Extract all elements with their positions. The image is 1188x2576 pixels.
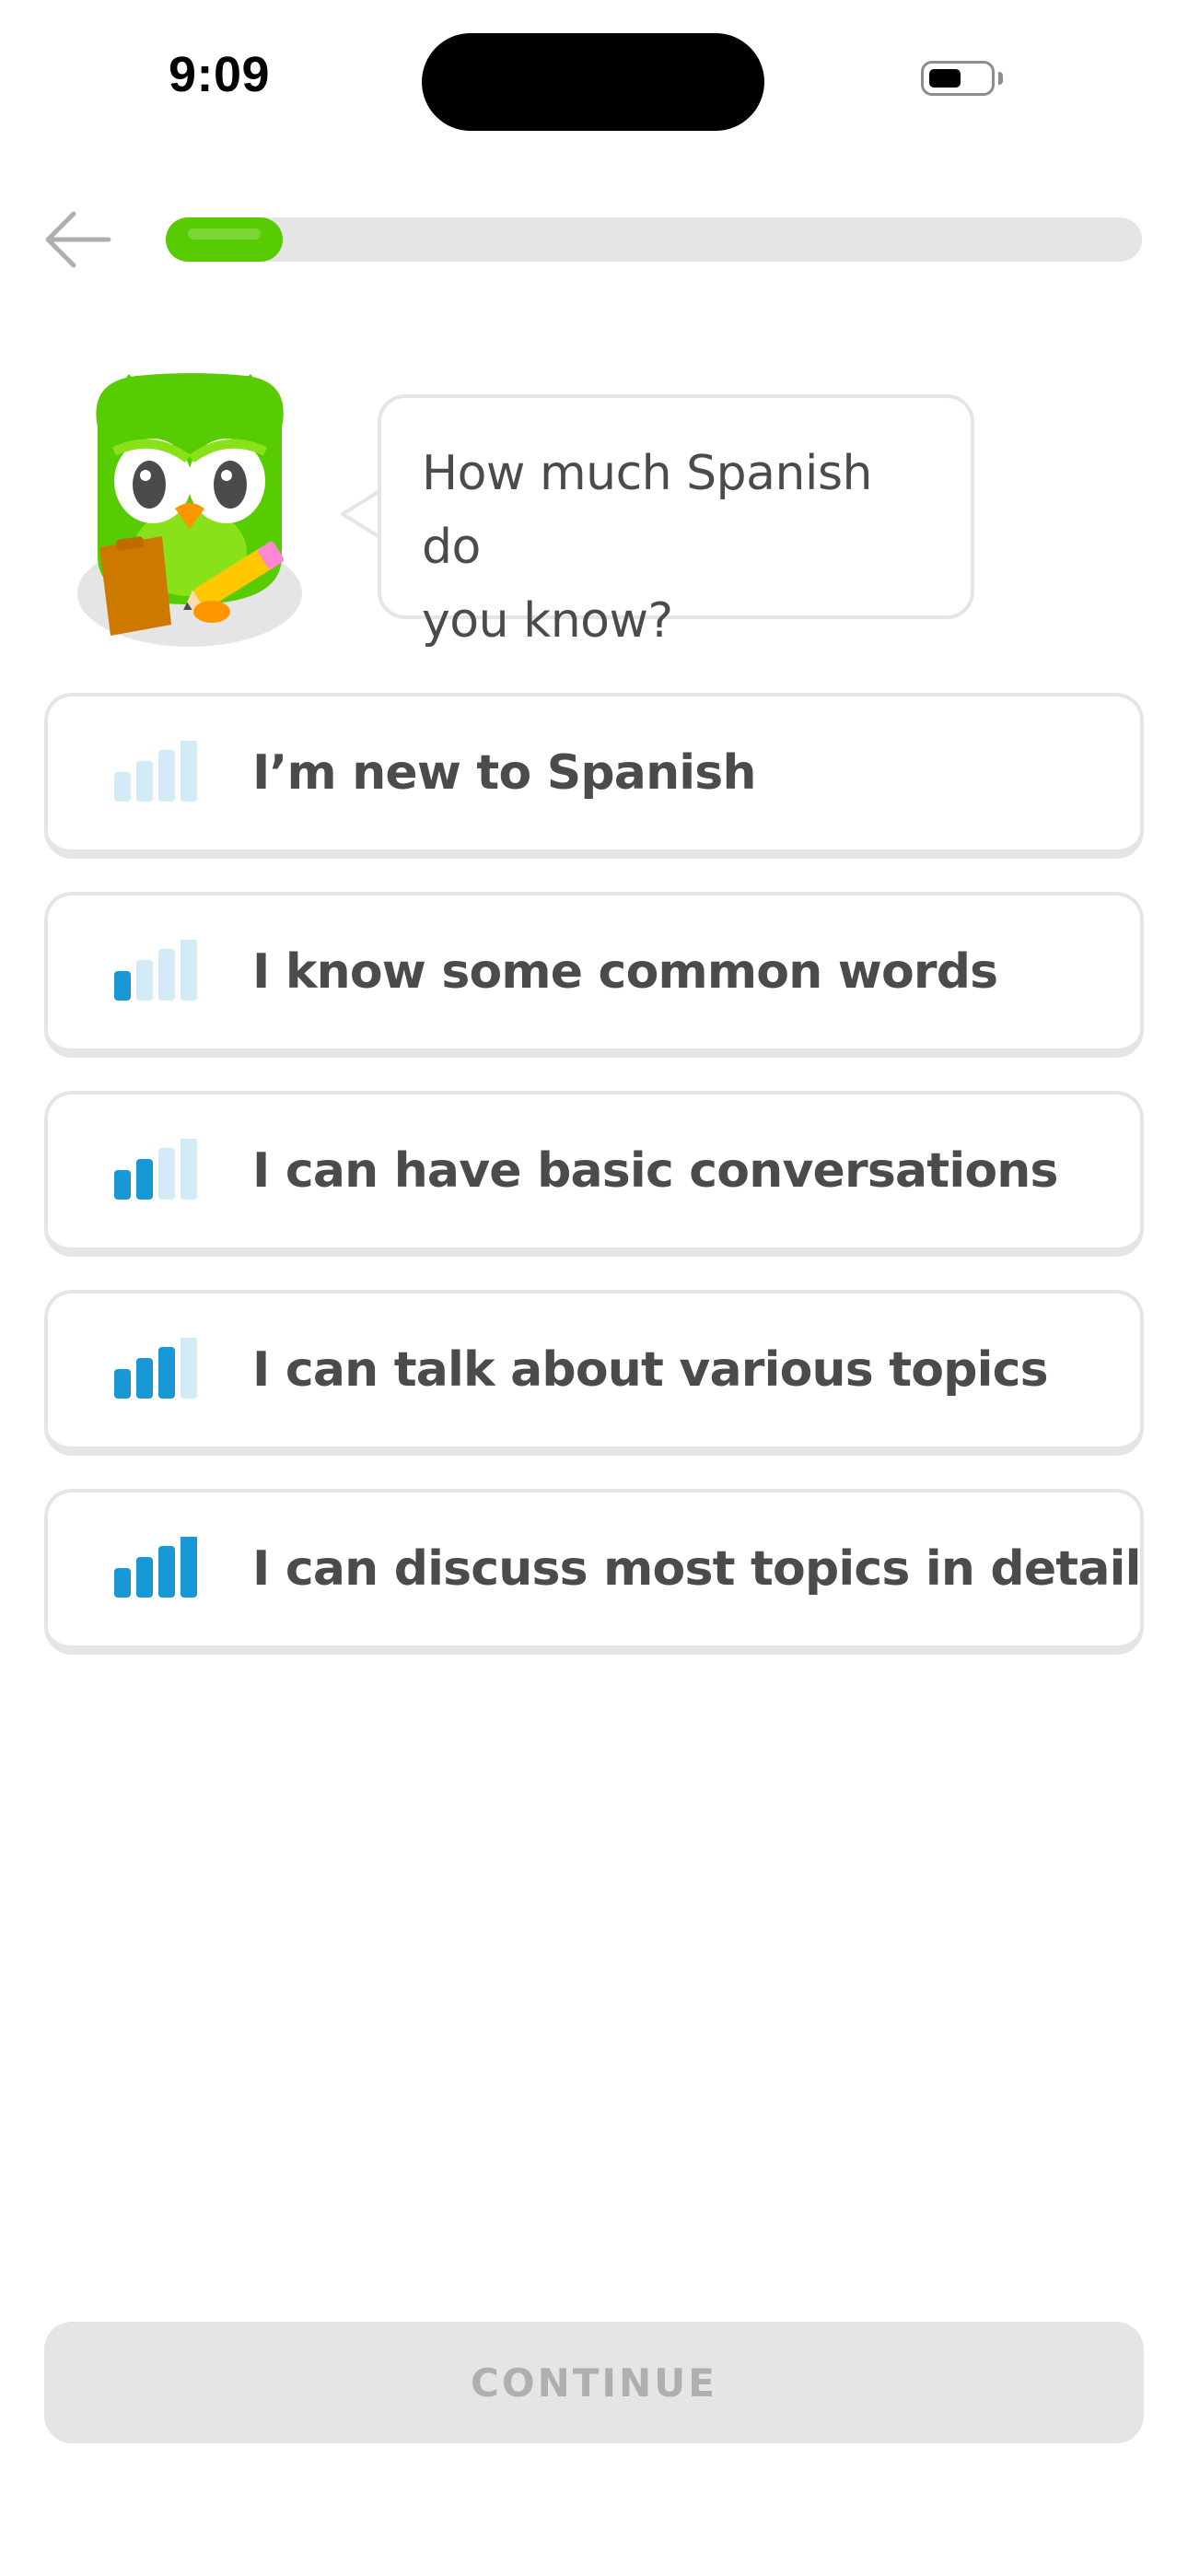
signal-bar-1 [114,1568,131,1598]
signal-bar-4 [181,1537,197,1598]
option-basic-conversations[interactable]: I can have basic conversations [44,1091,1144,1257]
signal-bar-4 [181,741,197,802]
dynamic-island [422,33,764,131]
status-time: 9:09 [169,47,271,102]
progress-bar-fill [166,217,283,262]
signal-bars-2-icon [114,1139,197,1200]
signal-bar-3 [158,1148,175,1200]
option-label: I’m new to Spanish [252,745,756,801]
option-label: I can talk about various topics [252,1342,1049,1398]
signal-bars-4-icon [114,1537,197,1598]
option-new-to-spanish[interactable]: I’m new to Spanish [44,693,1144,859]
continue-button[interactable]: CONTINUE [44,2322,1144,2443]
signal-bar-1 [114,971,131,1001]
signal-bar-3 [158,750,175,802]
owl-mascot-icon [77,373,302,647]
signal-bar-4 [181,940,197,1001]
option-most-topics-in-detail[interactable]: I can discuss most topics in detail [44,1489,1144,1655]
signal-bar-3 [158,949,175,1001]
signal-bar-3 [158,1546,175,1598]
option-label: I know some common words [252,944,998,1000]
continue-label: CONTINUE [471,2359,717,2406]
signal-bar-2 [136,1557,153,1598]
signal-bar-1 [114,772,131,802]
speech-bubble-tail [341,488,383,540]
progress-bar [166,217,1142,262]
signal-bars-3-icon [114,1338,197,1399]
option-various-topics[interactable]: I can talk about various topics [44,1290,1144,1456]
speech-bubble: How much Spanish do you know? [378,394,974,649]
battery-cap [998,72,1003,85]
signal-bar-2 [136,1159,153,1200]
option-label: I can have basic conversations [252,1143,1058,1199]
signal-bar-2 [136,761,153,802]
signal-bar-2 [136,1358,153,1399]
signal-bar-4 [181,1139,197,1200]
option-some-common-words[interactable]: I know some common words [44,892,1144,1058]
battery-icon [921,61,995,96]
option-label: I can discuss most topics in detail [252,1541,1142,1597]
proficiency-options: I’m new to Spanish I know some common wo… [44,693,1144,1688]
signal-bars-1-icon [114,940,197,1001]
back-button[interactable] [37,203,120,276]
signal-bars-0-icon [114,741,197,802]
signal-bar-3 [158,1347,175,1399]
question-line-2: you know? [422,593,673,649]
progress-bar-shine [188,228,261,240]
signal-bar-2 [136,960,153,1001]
signal-bar-1 [114,1369,131,1399]
question-line-1: How much Spanish do [422,446,873,575]
signal-bar-1 [114,1170,131,1200]
signal-bar-4 [181,1338,197,1399]
arrow-left-icon [45,211,111,268]
